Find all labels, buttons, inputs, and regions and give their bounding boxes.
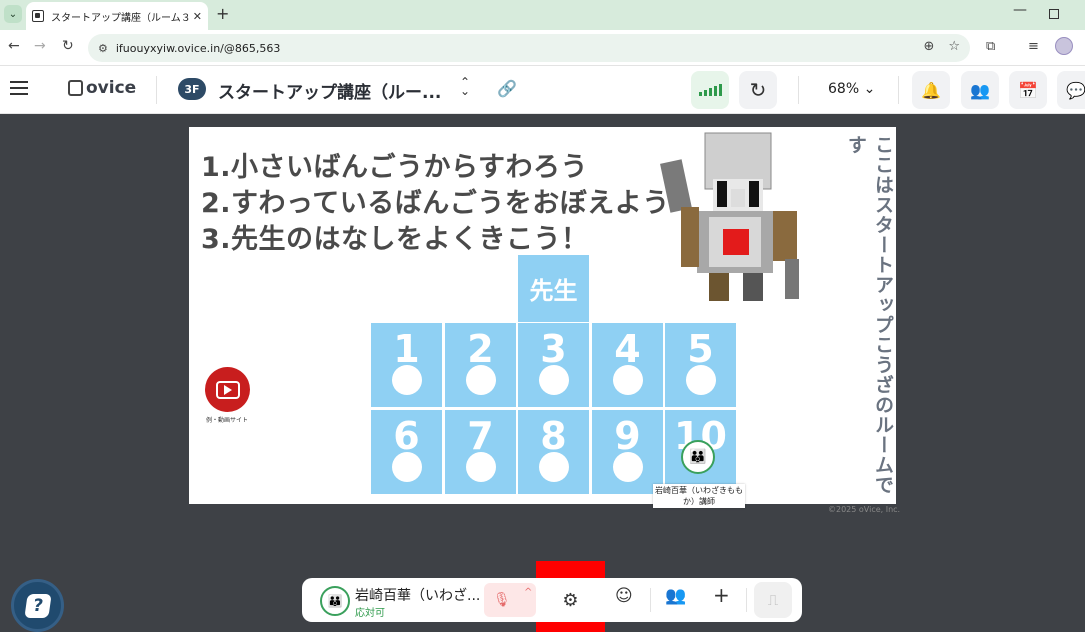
url-field[interactable]: ⚙ ifuouyxyiw.ovice.in/@865,563 ⊕ ☆ xyxy=(88,34,970,62)
reload-icon[interactable]: ↻ xyxy=(62,38,74,54)
maximize-icon[interactable] xyxy=(1049,9,1059,19)
chat-button[interactable]: 💬 xyxy=(1057,71,1085,109)
zoom-level: 68% xyxy=(828,81,860,97)
ovice-logo-icon xyxy=(68,80,83,96)
minimize-icon[interactable]: — xyxy=(1013,2,1027,18)
chevron-down-icon: ⌄ xyxy=(863,81,876,97)
menu-icon[interactable] xyxy=(10,81,28,95)
seat-5[interactable]: 5 xyxy=(665,323,736,407)
user-illustration-icon: 👪 xyxy=(327,594,343,608)
browser-address-bar: ← → ↻ ⚙ ifuouyxyiw.ovice.in/@865,563 ⊕ ☆… xyxy=(0,30,1085,66)
people-icon: 👥 xyxy=(970,80,990,100)
ovice-favicon-icon xyxy=(32,10,44,22)
speaker-podium-button[interactable]: ⎍ xyxy=(754,582,792,618)
settings-button[interactable]: ⚙ xyxy=(550,582,591,618)
room-name[interactable]: スタートアップ講座（ルー... xyxy=(218,78,441,103)
gear-icon: ⚙ xyxy=(562,589,579,611)
user-status[interactable]: 応対可 xyxy=(355,604,385,619)
members-button[interactable]: 👥 xyxy=(961,71,999,109)
seat-3[interactable]: 3 xyxy=(518,323,589,407)
forward-arrow-icon[interactable]: → xyxy=(34,38,46,54)
url-text: ifuouyxyiw.ovice.in/@865,563 xyxy=(115,41,281,55)
tab-close-icon[interactable]: ✕ xyxy=(193,10,202,23)
zoom-magnifier-icon[interactable]: ⊕ xyxy=(923,39,934,54)
profile-avatar[interactable] xyxy=(1055,37,1073,55)
new-tab-icon[interactable]: + xyxy=(216,4,229,23)
robot-character-icon xyxy=(660,132,799,301)
help-button[interactable]: ? xyxy=(11,579,64,632)
podium-icon: ⎍ xyxy=(767,591,779,609)
mic-muted-icon: 🎙 xyxy=(493,592,511,608)
rule-1: 1.小さいばんごうからすわろう xyxy=(201,152,589,183)
calendar-button[interactable]: 📅 xyxy=(1009,71,1047,109)
bookmark-star-icon[interactable]: ☆ xyxy=(948,39,960,54)
calendar-icon: 📅 xyxy=(1018,80,1038,100)
group-icon[interactable]: 👥 xyxy=(665,586,686,606)
user-avatar[interactable]: 👪 xyxy=(320,586,350,616)
notifications-button[interactable]: 🔔 xyxy=(912,71,950,109)
teacher-seat[interactable]: 先生 xyxy=(518,255,589,322)
media-control-icon[interactable]: ≡ xyxy=(1028,39,1039,54)
ovice-header: ovice 3F スタートアップ講座（ルー... ⌃ ⌄ 🔗 ↻ 68% ⌄ 🔔 … xyxy=(0,66,1085,114)
tab-search-icon[interactable]: ⌄ xyxy=(4,5,22,23)
bell-icon: 🔔 xyxy=(921,80,941,100)
chat-icon: 💬 xyxy=(1066,80,1085,100)
divider xyxy=(898,76,899,104)
refresh-icon: ↻ xyxy=(749,78,767,102)
browser-tab-bar: ⌄ スタートアップ講座（ルーム３） | ovice ✕ + — xyxy=(0,0,1085,30)
browser-tab[interactable]: スタートアップ講座（ルーム３） | ovice ✕ xyxy=(26,2,208,30)
seat-6[interactable]: 6 xyxy=(371,410,442,494)
back-arrow-icon[interactable]: ← xyxy=(8,38,20,54)
seat-4[interactable]: 4 xyxy=(592,323,663,407)
tab-title: スタートアップ講座（ルーム３） | ovice xyxy=(51,12,191,24)
add-icon[interactable]: + xyxy=(713,583,730,607)
divider xyxy=(798,76,799,104)
user-avatar-on-seat[interactable]: 👪 xyxy=(681,440,715,474)
user-illustration-icon: 👪 xyxy=(689,449,707,465)
divider xyxy=(746,588,747,612)
rule-3: 3.先生のはなしをよくきこう！ xyxy=(201,224,589,255)
zoom-selector[interactable]: 68% ⌄ xyxy=(828,81,875,97)
mic-options-chevron-icon[interactable]: ^ xyxy=(524,587,532,598)
room-board-slide: 1.小さいばんごうからすわろう 2.すわっているばんごうをおぼえよう 3.先生の… xyxy=(189,127,896,508)
signal-bars-icon xyxy=(698,84,722,96)
vertical-room-text: ここはスタートアップこうざのルームです xyxy=(845,135,894,495)
floor-badge[interactable]: 3F xyxy=(178,78,206,100)
seat-9[interactable]: 9 xyxy=(592,410,663,494)
connection-signal-button[interactable] xyxy=(691,71,729,109)
avatar-name-tag: 岩崎百華（いわざきももか）講師 xyxy=(653,484,745,508)
video-site-label: 例・動画サイト xyxy=(205,417,248,424)
copyright: ©2025 oVice, Inc. xyxy=(828,505,901,514)
rule-2: 2.すわっているばんごうをおぼえよう xyxy=(201,188,670,219)
video-site-icon[interactable] xyxy=(205,367,250,412)
emoji-icon[interactable]: ☺ xyxy=(615,586,633,606)
seat-1[interactable]: 1 xyxy=(371,323,442,407)
ovice-logo: ovice xyxy=(68,78,136,98)
extensions-icon[interactable]: ⧉ xyxy=(986,39,995,54)
divider xyxy=(156,76,157,104)
user-name[interactable]: 岩崎百華（いわざ... xyxy=(355,585,480,605)
divider xyxy=(650,588,651,612)
room-switch-chevron-icon[interactable]: ⌃ ⌄ xyxy=(460,76,470,97)
seat-2[interactable]: 2 xyxy=(445,323,516,407)
link-icon[interactable]: 🔗 xyxy=(497,79,517,98)
help-question-icon: ? xyxy=(23,593,52,618)
seat-7[interactable]: 7 xyxy=(445,410,516,494)
site-settings-icon[interactable]: ⚙ xyxy=(98,42,108,55)
seat-8[interactable]: 8 xyxy=(518,410,589,494)
refresh-button[interactable]: ↻ xyxy=(739,71,777,109)
